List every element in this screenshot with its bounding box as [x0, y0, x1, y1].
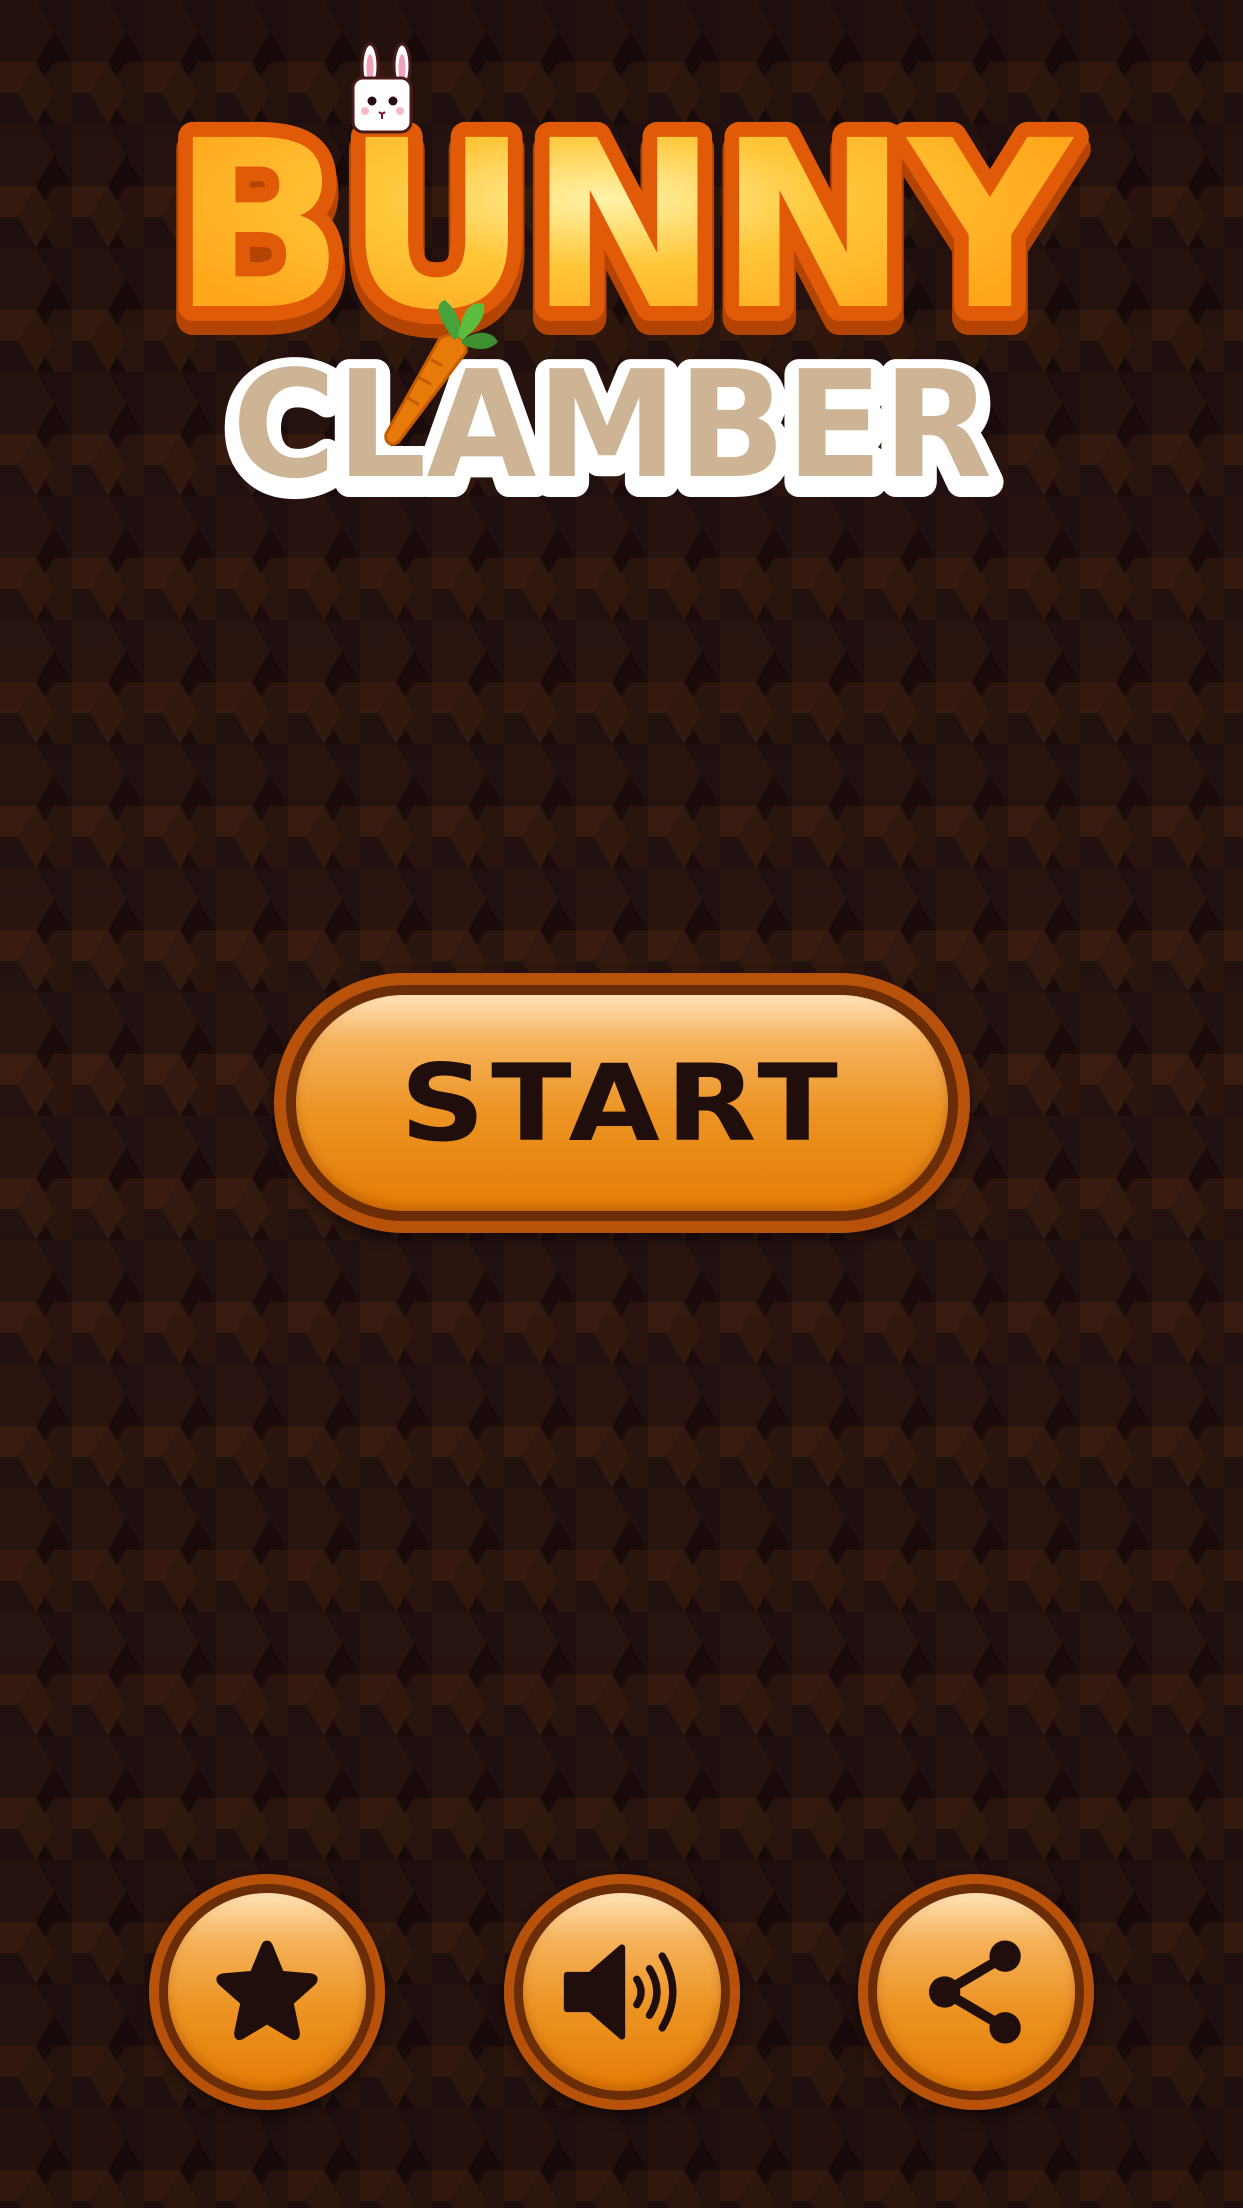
title-clamber: CLAMBER CLAMBER [217, 330, 1007, 520]
share-button[interactable] [858, 1874, 1094, 2110]
share-icon [928, 1940, 1021, 2044]
leaderboard-button[interactable] [149, 1874, 385, 2110]
start-button[interactable]: START [274, 973, 970, 1233]
start-button-label: START [400, 1040, 844, 1166]
svg-text:BUNNY: BUNNY [172, 91, 1075, 361]
sound-toggle-button[interactable] [504, 1874, 740, 2110]
bunny-head-icon [351, 42, 413, 134]
speaker-icon [563, 1944, 677, 2040]
svg-text:CLAMBER: CLAMBER [232, 339, 992, 511]
star-icon [216, 1940, 318, 2041]
start-button-ring: START [286, 985, 958, 1221]
title-bunny: BUNNY BUNNY BUNNY [155, 76, 1092, 390]
game-logo: BUNNY BUNNY BUNNY CLAMBER CLAMBER [155, 42, 1092, 520]
start-button-face: START [296, 995, 948, 1211]
